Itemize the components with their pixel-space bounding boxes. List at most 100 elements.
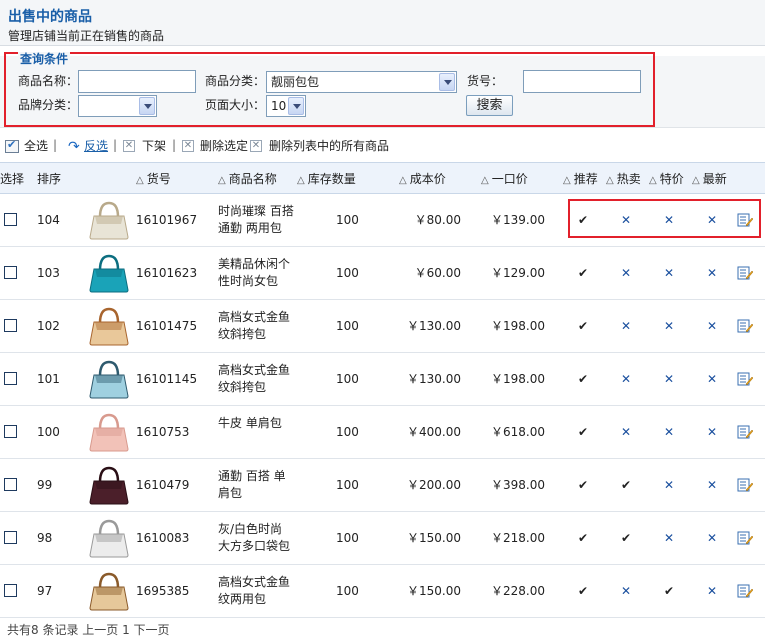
row-name-line1[interactable]: 高档女式金鱼: [218, 574, 290, 591]
row-name-line1[interactable]: 高档女式金鱼: [218, 309, 290, 326]
row-checkbox[interactable]: [4, 266, 17, 279]
check-icon[interactable]: ✔: [664, 584, 674, 598]
product-thumbnail[interactable]: [86, 464, 132, 506]
edit-icon[interactable]: [737, 583, 753, 599]
unlist-button[interactable]: 下架: [142, 138, 166, 154]
page-size-select[interactable]: 10: [266, 95, 306, 117]
row-checkbox[interactable]: [4, 478, 17, 491]
edit-icon[interactable]: [737, 477, 753, 493]
row-checkbox[interactable]: [4, 319, 17, 332]
product-thumbnail[interactable]: [86, 199, 132, 241]
cross-icon[interactable]: ✕: [664, 266, 674, 280]
product-thumbnail[interactable]: [86, 517, 132, 559]
cross-icon[interactable]: ✕: [707, 584, 717, 598]
chevron-down-icon[interactable]: [439, 73, 455, 91]
cross-icon[interactable]: ✕: [707, 531, 717, 545]
check-icon[interactable]: ✔: [621, 531, 631, 545]
row-checkbox[interactable]: [4, 531, 17, 544]
product-thumbnail[interactable]: [86, 570, 132, 612]
row-name-line1[interactable]: 通勤 百搭 单: [218, 468, 286, 485]
category-select[interactable]: 靓丽包包: [266, 71, 457, 93]
cross-icon[interactable]: ✕: [621, 584, 631, 598]
edit-icon[interactable]: [737, 265, 753, 281]
invert-selection-link[interactable]: 反选: [84, 138, 108, 154]
row-order: 103: [37, 266, 60, 280]
cross-icon[interactable]: ✕: [707, 319, 717, 333]
row-name-line1[interactable]: 高档女式金鱼: [218, 362, 290, 379]
check-icon[interactable]: ✔: [578, 319, 588, 333]
col-price[interactable]: △ 一口价: [481, 172, 528, 188]
product-thumbnail[interactable]: [86, 411, 132, 453]
check-icon[interactable]: ✔: [578, 425, 588, 439]
col-new[interactable]: △ 最新: [692, 172, 727, 188]
product-thumbnail[interactable]: [86, 358, 132, 400]
row-name-line2[interactable]: 性时尚女包: [218, 273, 278, 290]
col-order[interactable]: 排序: [37, 172, 61, 186]
row-price: ￥618.00: [491, 425, 545, 439]
row-name-line2[interactable]: 通勤 两用包: [218, 220, 282, 237]
check-icon[interactable]: ✔: [578, 372, 588, 386]
col-hot[interactable]: △ 热卖: [606, 172, 641, 188]
edit-icon[interactable]: [737, 424, 753, 440]
product-thumbnail[interactable]: [86, 252, 132, 294]
cross-icon[interactable]: ✕: [621, 372, 631, 386]
cross-icon[interactable]: ✕: [707, 372, 717, 386]
row-name-line1[interactable]: 灰/白色时尚: [218, 521, 282, 538]
col-special[interactable]: △ 特价: [649, 172, 684, 188]
product-name-input[interactable]: [78, 70, 196, 93]
cross-icon[interactable]: ✕: [621, 425, 631, 439]
chevron-down-icon[interactable]: [139, 97, 155, 115]
cross-icon[interactable]: ✕: [707, 425, 717, 439]
edit-icon[interactable]: [737, 371, 753, 387]
row-name-line2[interactable]: 纹斜挎包: [218, 379, 266, 396]
sort-arrow-icon: △: [297, 175, 305, 186]
col-stock[interactable]: △ 库存数量: [297, 172, 356, 188]
unlist-icon[interactable]: ✕: [123, 140, 135, 152]
col-sku[interactable]: △ 货号: [136, 172, 171, 188]
row-checkbox[interactable]: [4, 213, 17, 226]
undo-icon[interactable]: ↷: [68, 139, 80, 155]
row-name-line1[interactable]: 时尚璀璨 百搭: [218, 203, 294, 220]
brand-select[interactable]: [78, 95, 157, 117]
cross-icon[interactable]: ✕: [664, 531, 674, 545]
delete-selected-icon[interactable]: ✕: [182, 140, 194, 152]
cross-icon[interactable]: ✕: [664, 372, 674, 386]
delete-all-button[interactable]: 删除列表中的所有商品: [269, 138, 389, 154]
check-icon[interactable]: ✔: [578, 266, 588, 280]
cross-icon[interactable]: ✕: [707, 478, 717, 492]
cross-icon[interactable]: ✕: [664, 319, 674, 333]
delete-selected-button[interactable]: 删除选定: [200, 138, 248, 154]
cross-icon[interactable]: ✕: [664, 478, 674, 492]
search-button[interactable]: 搜索: [466, 95, 513, 116]
edit-icon[interactable]: [737, 530, 753, 546]
cross-icon[interactable]: ✕: [621, 266, 631, 280]
delete-all-icon[interactable]: ✕: [250, 140, 262, 152]
sku-input[interactable]: [523, 70, 641, 93]
edit-icon[interactable]: [737, 318, 753, 334]
cross-icon[interactable]: ✕: [664, 425, 674, 439]
chevron-down-icon[interactable]: [288, 97, 304, 115]
row-checkbox[interactable]: [4, 425, 17, 438]
col-name[interactable]: △ 商品名称: [218, 172, 277, 188]
row-name-line2[interactable]: 肩包: [218, 485, 242, 502]
product-thumbnail[interactable]: [86, 305, 132, 347]
select-all-link[interactable]: 全选: [24, 138, 48, 154]
row-name-line1[interactable]: 牛皮 单肩包: [218, 415, 282, 432]
row-order: 99: [37, 478, 53, 492]
row-name-line2[interactable]: 大方多口袋包: [218, 538, 290, 555]
cross-icon[interactable]: ✕: [707, 266, 717, 280]
select-all-icon[interactable]: [5, 138, 19, 153]
col-recommend[interactable]: △ 推荐: [563, 172, 598, 188]
cross-icon[interactable]: ✕: [621, 319, 631, 333]
col-cost[interactable]: △ 成本价: [399, 172, 446, 188]
check-icon[interactable]: ✔: [578, 531, 588, 545]
check-icon[interactable]: ✔: [578, 584, 588, 598]
check-icon[interactable]: ✔: [621, 478, 631, 492]
row-name-line1[interactable]: 美精品休闲个: [218, 256, 290, 273]
row-checkbox[interactable]: [4, 372, 17, 385]
row-checkbox[interactable]: [4, 584, 17, 597]
row-sku: 16101623: [136, 266, 198, 280]
row-name-line2[interactable]: 纹斜挎包: [218, 326, 266, 343]
row-name-line2[interactable]: 纹两用包: [218, 591, 266, 608]
check-icon[interactable]: ✔: [578, 478, 588, 492]
